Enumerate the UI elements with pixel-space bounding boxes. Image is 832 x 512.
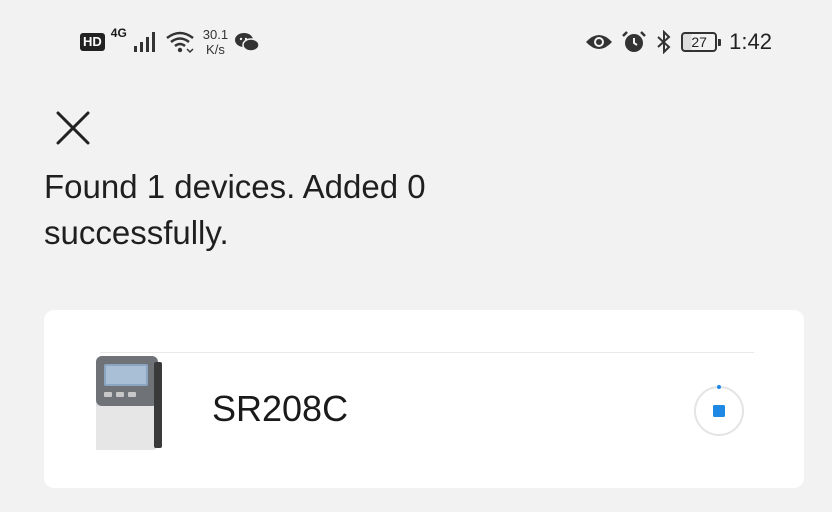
status-bar: HD 4G 30.1 K/s 27 1:42 (0, 0, 832, 80)
network-speed: 30.1 K/s (203, 27, 228, 57)
device-card[interactable]: SR208C (44, 310, 804, 488)
battery-icon: 27 (681, 32, 722, 52)
alarm-icon (622, 31, 647, 52)
signal-icon (133, 32, 155, 52)
clock-time: 1:42 (729, 29, 772, 54)
device-divider (100, 352, 754, 353)
wechat-icon (235, 33, 260, 52)
speed-value: 30.1 (202, 27, 229, 42)
stop-spinner-icon[interactable] (692, 384, 746, 438)
network-type: 4G (110, 26, 127, 40)
wifi-icon (166, 31, 194, 54)
status-bar-left: HD 4G 30.1 K/s (80, 22, 260, 62)
hd-badge: HD (80, 33, 105, 51)
battery-level: 27 (691, 34, 707, 50)
close-button[interactable] (44, 100, 104, 160)
speed-unit: K/s (206, 42, 225, 57)
device-name: SR208C (212, 388, 349, 429)
bluetooth-icon (657, 30, 671, 54)
eye-icon (586, 35, 613, 49)
close-icon (56, 111, 90, 145)
page-title: Found 1 devices. Added 0 successfully. (44, 168, 426, 251)
device-image (96, 356, 162, 450)
status-bar-right: 27 1:42 (585, 22, 772, 62)
